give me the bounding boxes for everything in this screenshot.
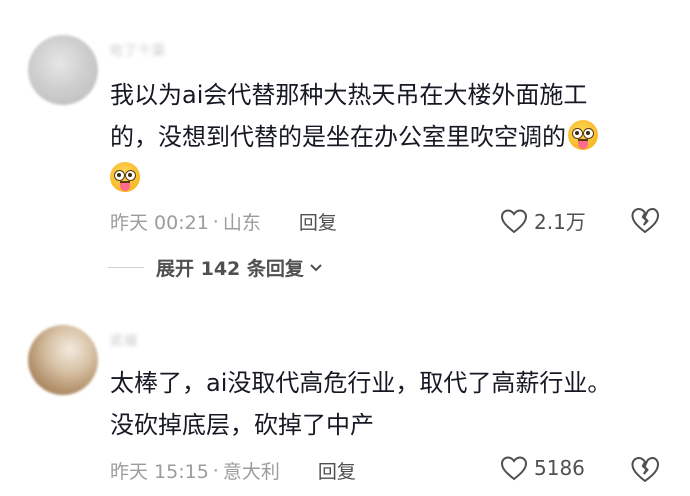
divider xyxy=(108,266,144,269)
avatar[interactable] xyxy=(28,325,98,395)
meta-separator: · xyxy=(212,210,219,233)
like-button[interactable]: 5186 xyxy=(500,455,585,481)
expand-replies-button[interactable]: 展开 142 条回复 xyxy=(108,254,324,281)
dislike-button[interactable] xyxy=(630,206,660,238)
dislike-button[interactable] xyxy=(630,455,660,487)
comment-text: 太棒了，ai没取代高危行业，取代了高薪行业。 没砍掉底层，砍掉了中产 xyxy=(110,362,650,446)
comment-location: 意大利 xyxy=(222,461,280,483)
comment-line-text: 的，没想到代替的是坐在办公室里吹空调的 xyxy=(110,123,566,151)
meta-separator: · xyxy=(212,459,219,482)
comment-username[interactable]: 吃了个菜 xyxy=(110,40,166,59)
comment-username[interactable]: 武城 xyxy=(110,330,138,349)
comment-line: 我以为ai会代替那种大热天吊在大楼外面施工 xyxy=(110,81,588,109)
comment-line: 没砍掉底层，砍掉了中产 xyxy=(110,411,374,439)
heart-outline-icon xyxy=(500,208,528,233)
comment-line: 的，没想到代替的是坐在办公室里吹空调的 xyxy=(110,116,650,158)
reply-button[interactable]: 回复 xyxy=(299,208,337,235)
broken-heart-icon xyxy=(631,207,660,234)
broken-heart-icon xyxy=(631,456,660,483)
avatar[interactable] xyxy=(28,35,98,105)
comment-meta: 昨天 00:21 · 山东 回复 xyxy=(110,208,337,235)
reply-button[interactable]: 回复 xyxy=(318,457,356,484)
comment-line: 太棒了，ai没取代高危行业，取代了高薪行业。 xyxy=(110,369,612,397)
comment-time: 昨天 15:15 xyxy=(110,461,209,483)
comment-meta: 昨天 15:15 · 意大利 回复 xyxy=(110,457,356,484)
like-count: 2.1万 xyxy=(534,210,586,234)
expand-replies-label: 展开 142 条回复 xyxy=(156,258,304,280)
heart-outline-icon xyxy=(500,456,528,481)
comment-location: 山东 xyxy=(222,212,261,234)
comment-line xyxy=(110,158,650,200)
comment-text: 我以为ai会代替那种大热天吊在大楼外面施工 的，没想到代替的是坐在办公室里吹空调… xyxy=(110,74,650,200)
chevron-down-icon xyxy=(310,263,322,271)
comment-time: 昨天 00:21 xyxy=(110,212,209,234)
like-button[interactable]: 2.1万 xyxy=(500,206,586,235)
like-count: 5186 xyxy=(534,456,585,480)
drooling-dizzy-face-emoji-icon xyxy=(568,120,598,150)
drooling-dizzy-face-emoji-icon xyxy=(110,162,140,192)
